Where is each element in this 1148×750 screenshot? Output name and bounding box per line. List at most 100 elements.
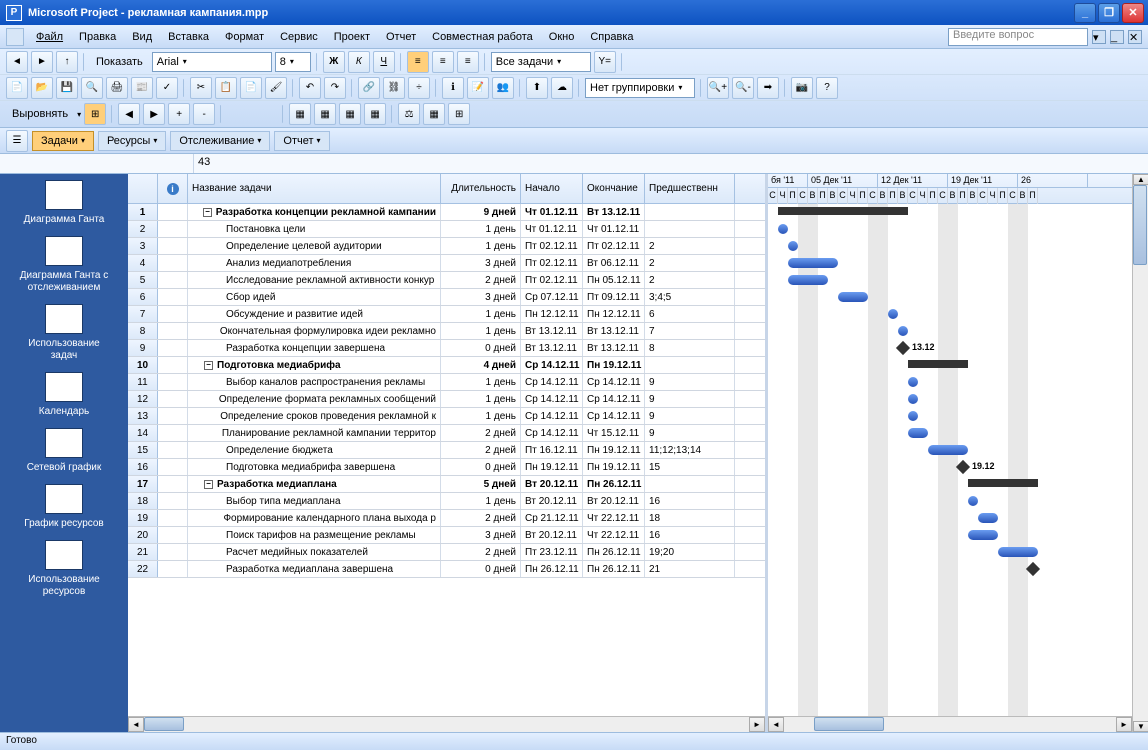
cell-end[interactable]: Пт 02.12.11 xyxy=(583,238,645,254)
help-question-box[interactable]: Введите вопрос xyxy=(948,28,1088,46)
cell-name[interactable]: Определение бюджета xyxy=(188,442,441,458)
gantt-task-bar[interactable] xyxy=(908,377,918,387)
show-subtasks-button[interactable]: + xyxy=(168,103,190,125)
cell-start[interactable]: Пт 16.12.11 xyxy=(521,442,583,458)
cell-end[interactable]: Вт 13.12.11 xyxy=(583,323,645,339)
cell-start[interactable]: Пн 12.12.11 xyxy=(521,306,583,322)
view-tracking-gantt[interactable]: Диаграмма Ганта с отслеживанием xyxy=(0,236,128,294)
cell-pred[interactable]: 2 xyxy=(645,272,735,288)
cell-end[interactable]: Вт 13.12.11 xyxy=(583,340,645,356)
gantt-summary-bar[interactable] xyxy=(908,360,968,368)
row-number[interactable]: 15 xyxy=(128,442,158,458)
row-number[interactable]: 9 xyxy=(128,340,158,356)
cell-duration[interactable]: 1 день xyxy=(441,391,521,407)
cell-start[interactable]: Пт 02.12.11 xyxy=(521,272,583,288)
gantt-milestone[interactable] xyxy=(896,341,910,355)
insert-link-button[interactable]: 🔗 xyxy=(358,77,380,99)
gantt-task-bar[interactable] xyxy=(838,292,868,302)
table-row[interactable]: 2Постановка цели1 деньЧт 01.12.11Чт 01.1… xyxy=(128,221,765,238)
cell-name[interactable]: Разработка концепции завершена xyxy=(188,340,441,356)
cell-name[interactable]: Планирование рекламной кампании территор xyxy=(188,425,441,441)
cell-name[interactable]: Формирование календарного плана выхода р xyxy=(188,510,441,526)
gantt-body[interactable]: 13.1219.12 xyxy=(768,204,1132,716)
cell-start[interactable]: Ср 07.12.11 xyxy=(521,289,583,305)
table-row[interactable]: 15 Определение бюджета2 днейПт 16.12.11Пн… xyxy=(128,442,765,459)
save-button[interactable]: 💾 xyxy=(56,77,78,99)
cell-start[interactable]: Ср 14.12.11 xyxy=(521,391,583,407)
row-number[interactable]: 4 xyxy=(128,255,158,271)
open-button[interactable]: 📂 xyxy=(31,77,53,99)
menu-window[interactable]: Окно xyxy=(541,28,583,46)
cell-end[interactable]: Пн 19.12.11 xyxy=(583,442,645,458)
cell-pred[interactable]: 9 xyxy=(645,425,735,441)
cell-end[interactable]: Пн 26.12.11 xyxy=(583,544,645,560)
outline-toggle[interactable]: − xyxy=(203,208,212,217)
view-resource-graph[interactable]: График ресурсов xyxy=(0,484,128,530)
track-button-3[interactable]: ▦ xyxy=(339,103,361,125)
gantt-milestone[interactable] xyxy=(1026,562,1040,576)
cell-start[interactable]: Ср 14.12.11 xyxy=(521,357,583,373)
cell-start[interactable]: Пт 23.12.11 xyxy=(521,544,583,560)
cell-name[interactable]: Подготовка медиабрифа завершена xyxy=(188,459,441,475)
redo-button[interactable]: ↷ xyxy=(324,77,346,99)
paste-button[interactable]: 📄 xyxy=(240,77,262,99)
row-number[interactable]: 18 xyxy=(128,493,158,509)
menu-help[interactable]: Справка xyxy=(582,28,641,46)
cell-end[interactable]: Пн 12.12.11 xyxy=(583,306,645,322)
cell-name[interactable]: Окончательная формулировка идеи рекламно xyxy=(188,323,441,339)
col-start[interactable]: Начало xyxy=(521,174,583,203)
italic-button[interactable]: К xyxy=(348,51,370,73)
gantt-task-bar[interactable] xyxy=(788,258,838,268)
menu-project[interactable]: Проект xyxy=(326,28,378,46)
view-resource-usage[interactable]: Использование ресурсов xyxy=(0,540,128,598)
cell-start[interactable]: Ср 21.12.11 xyxy=(521,510,583,526)
table-row[interactable]: 7Обсуждение и развитие идей1 деньПн 12.1… xyxy=(128,306,765,323)
cell-pred[interactable]: 15 xyxy=(645,459,735,475)
filter-combo[interactable]: Все задачи▾ xyxy=(491,52,591,72)
gantt-scroll-right[interactable]: ► xyxy=(1116,717,1132,732)
track-button-6[interactable]: ▦ xyxy=(423,103,445,125)
gantt-task-bar[interactable] xyxy=(968,530,998,540)
gantt-task-bar[interactable] xyxy=(898,326,908,336)
cell-start[interactable]: Ср 14.12.11 xyxy=(521,408,583,424)
track-button-2[interactable]: ▦ xyxy=(314,103,336,125)
cell-duration[interactable]: 2 дней xyxy=(441,442,521,458)
cell-pred[interactable] xyxy=(645,357,735,373)
cell-duration[interactable]: 1 день xyxy=(441,408,521,424)
cell-pred[interactable] xyxy=(645,204,735,220)
tab-tasks[interactable]: Задачи▾ xyxy=(32,131,94,151)
cell-pred[interactable]: 9 xyxy=(645,374,735,390)
row-number[interactable]: 21 xyxy=(128,544,158,560)
copy-button[interactable]: 📋 xyxy=(215,77,237,99)
menu-edit[interactable]: Правка xyxy=(71,28,124,46)
row-number[interactable]: 12 xyxy=(128,391,158,407)
cell-start[interactable]: Вт 20.12.11 xyxy=(521,527,583,543)
vscroll[interactable]: ▲ ▼ xyxy=(1132,174,1148,732)
cell-duration[interactable]: 0 дней xyxy=(441,459,521,475)
cell-end[interactable]: Пн 26.12.11 xyxy=(583,476,645,492)
cell-duration[interactable]: 0 дней xyxy=(441,340,521,356)
row-number[interactable]: 5 xyxy=(128,272,158,288)
undo-button[interactable]: ↶ xyxy=(299,77,321,99)
gantt-task-bar[interactable] xyxy=(908,411,918,421)
row-number[interactable]: 19 xyxy=(128,510,158,526)
table-row[interactable]: 4Анализ медиапотребления3 днейПт 02.12.1… xyxy=(128,255,765,272)
cell-end[interactable]: Пн 19.12.11 xyxy=(583,357,645,373)
cell-duration[interactable]: 1 день xyxy=(441,323,521,339)
formula-value[interactable]: 43 xyxy=(194,154,1148,173)
row-number[interactable]: 22 xyxy=(128,561,158,577)
cell-end[interactable]: Чт 22.12.11 xyxy=(583,527,645,543)
views-icon[interactable]: ☰ xyxy=(6,130,28,152)
table-body[interactable]: 1−Разработка концепции рекламной кампани… xyxy=(128,204,765,716)
gantt-task-bar[interactable] xyxy=(778,224,788,234)
cell-end[interactable]: Вт 06.12.11 xyxy=(583,255,645,271)
track-button-1[interactable]: ▦ xyxy=(289,103,311,125)
row-number[interactable]: 11 xyxy=(128,374,158,390)
table-row[interactable]: 16Подготовка медиабрифа завершена0 днейП… xyxy=(128,459,765,476)
outdent-button[interactable]: ◀ xyxy=(118,103,140,125)
cell-pred[interactable]: 3;4;5 xyxy=(645,289,735,305)
table-row[interactable]: 18Выбор типа медиаплана1 деньВт 20.12.11… xyxy=(128,493,765,510)
align-left-button[interactable]: ≡ xyxy=(407,51,429,73)
tab-report[interactable]: Отчет▾ xyxy=(274,131,329,151)
outline-toggle[interactable]: − xyxy=(204,480,213,489)
